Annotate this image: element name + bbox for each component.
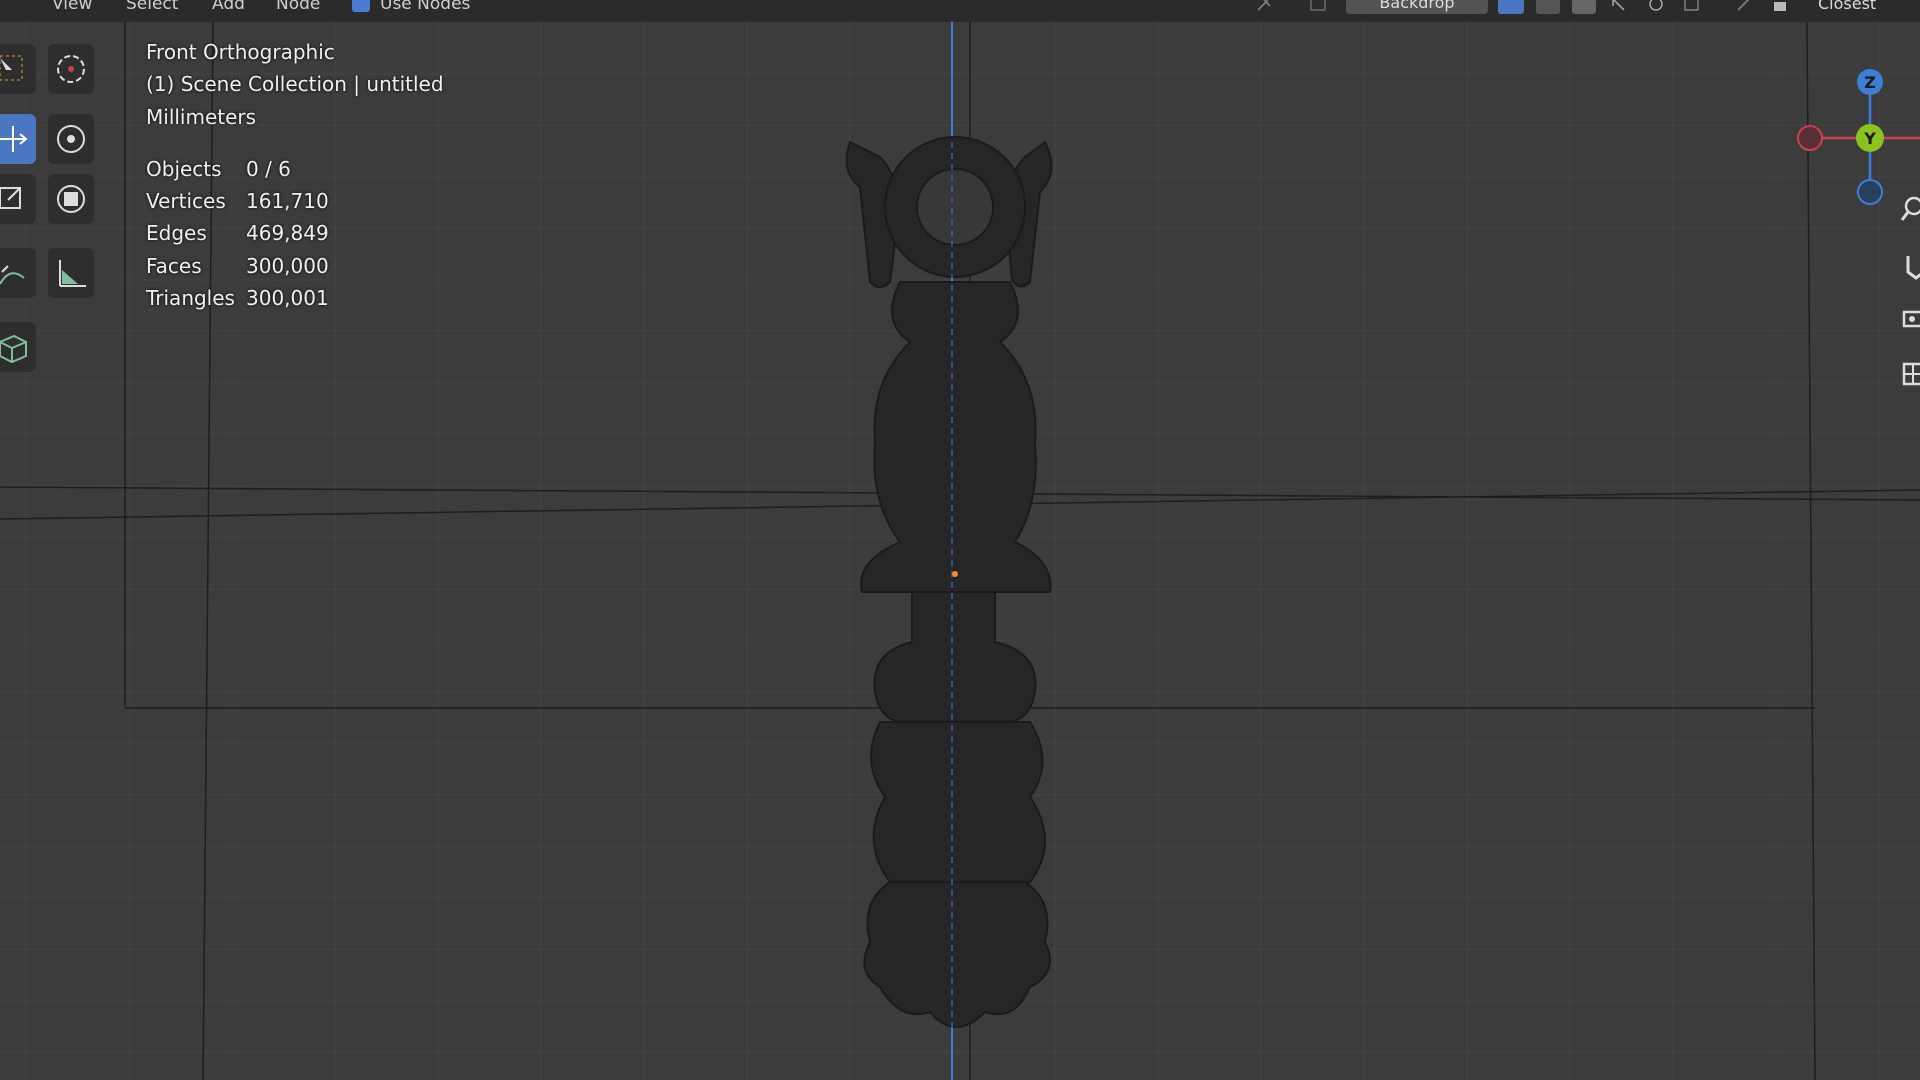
channel-rgb-icon[interactable] bbox=[1498, 0, 1524, 14]
editor-header: View Select Add Node Use Nodes Backdrop … bbox=[0, 0, 1920, 23]
menu-add[interactable]: Add bbox=[212, 0, 245, 14]
grid-view-icon[interactable] bbox=[1898, 356, 1920, 392]
select-box-tool[interactable] bbox=[0, 44, 36, 94]
cursor-tool[interactable] bbox=[48, 44, 94, 94]
scale-icon bbox=[0, 187, 21, 209]
stat-vertices-label: Vertices bbox=[146, 189, 226, 213]
add-cube-tool[interactable] bbox=[0, 322, 36, 372]
stat-triangles-value: 300,001 bbox=[246, 286, 329, 310]
camera-icon[interactable] bbox=[1898, 302, 1920, 338]
collection-info: (1) Scene Collection | untitled bbox=[146, 72, 444, 96]
channel-color-icon[interactable] bbox=[1572, 0, 1596, 14]
pan-hand-icon[interactable] bbox=[1898, 248, 1920, 284]
scale-tool[interactable] bbox=[0, 174, 36, 224]
annotate-icon bbox=[0, 265, 25, 285]
menu-node[interactable]: Node bbox=[276, 0, 320, 14]
refresh-icon[interactable] bbox=[1646, 0, 1666, 14]
menu-select[interactable]: Select bbox=[126, 0, 178, 14]
add-cube-icon bbox=[0, 334, 27, 364]
lock-icon[interactable] bbox=[1770, 0, 1790, 14]
stat-vertices-value: 161,710 bbox=[246, 189, 329, 213]
backdrop-button[interactable]: Backdrop bbox=[1346, 0, 1488, 14]
annotate-tool[interactable] bbox=[0, 248, 36, 298]
image-icon[interactable] bbox=[1308, 0, 1328, 14]
y-axis-label: Y bbox=[1863, 129, 1876, 148]
move-tool[interactable] bbox=[0, 114, 36, 164]
zoom-icon[interactable] bbox=[1898, 192, 1920, 228]
units-label: Millimeters bbox=[146, 105, 257, 129]
z-axis-label: Z bbox=[1864, 73, 1876, 92]
move-icon bbox=[0, 126, 28, 152]
ornament-mesh bbox=[845, 136, 1053, 1028]
use-nodes-label: Use Nodes bbox=[380, 0, 471, 14]
pin-icon[interactable] bbox=[1254, 0, 1274, 14]
stat-objects-value: 0 / 6 bbox=[246, 157, 291, 181]
frame-icon[interactable] bbox=[1682, 0, 1702, 14]
measure-icon bbox=[59, 260, 86, 287]
pen-icon[interactable] bbox=[1734, 0, 1756, 14]
view-name: Front Orthographic bbox=[146, 40, 335, 64]
stat-faces-label: Faces bbox=[146, 254, 202, 278]
measure-tool[interactable] bbox=[48, 248, 94, 298]
cursor-icon bbox=[57, 55, 85, 83]
stat-objects-label: Objects bbox=[146, 157, 222, 181]
channel-alpha-icon[interactable] bbox=[1536, 0, 1560, 14]
snap-arrow-icon[interactable] bbox=[1610, 0, 1628, 14]
object-origin bbox=[952, 571, 958, 577]
transform-icon bbox=[57, 185, 85, 213]
stat-edges-value: 469,849 bbox=[246, 221, 329, 245]
rotate-icon bbox=[57, 125, 85, 153]
select-box-icon bbox=[0, 55, 23, 81]
snap-target-dropdown[interactable]: Closest bbox=[1818, 0, 1876, 13]
3d-viewport[interactable]: Front Orthographic (1) Scene Collection … bbox=[0, 22, 1920, 1080]
stat-faces-value: 300,000 bbox=[246, 254, 329, 278]
z-neg-axis-icon bbox=[1857, 179, 1883, 205]
rotate-tool[interactable] bbox=[48, 114, 94, 164]
x-neg-axis-icon bbox=[1797, 125, 1823, 151]
stat-triangles-label: Triangles bbox=[146, 286, 235, 310]
stat-edges-label: Edges bbox=[146, 221, 207, 245]
transform-tool[interactable] bbox=[48, 174, 94, 224]
menu-view[interactable]: View bbox=[52, 0, 92, 14]
use-nodes-checkbox[interactable] bbox=[352, 0, 370, 12]
